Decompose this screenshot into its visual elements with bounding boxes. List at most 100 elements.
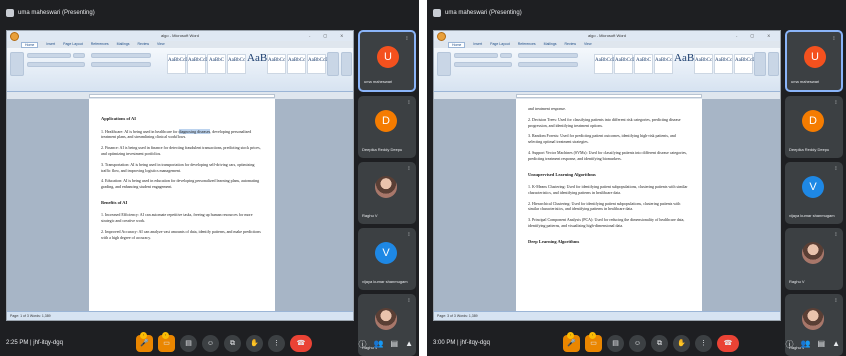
people-icon[interactable]: 👥	[801, 339, 811, 350]
word-ribbon: AaBbCcDc AaBbCcDc AaBbC AaBbCc AaB AaBbCc AaBb…	[434, 48, 780, 92]
more-options-button[interactable]: ⋮	[268, 335, 285, 352]
info-icon[interactable]: ⓘ	[359, 339, 367, 350]
font-size-box[interactable]	[73, 53, 85, 58]
present-screen-icon	[6, 9, 14, 17]
warning-icon: !	[140, 332, 147, 339]
participant-name: Raghu V	[362, 213, 378, 218]
editing-group-icon[interactable]	[768, 52, 779, 76]
mic-button[interactable]: ! 🎤	[136, 332, 153, 352]
participant-tile[interactable]: D ⁞ Deepika Reddy Deepu	[358, 96, 416, 158]
doc-paragraph: 2. Finance: AI is being used in finance …	[101, 145, 261, 156]
window-controls[interactable]: - ▢ X	[309, 31, 349, 41]
emoji-button[interactable]: ☺	[202, 335, 219, 352]
style-swatch[interactable]: AaBbCc	[654, 54, 673, 74]
word-status-bar: Page: 3 of 3 Words: 1,389	[434, 311, 780, 320]
warning-icon: !	[567, 332, 574, 339]
meet-frame-right: uma maheswari (Presenting) algo - Micros…	[427, 0, 846, 356]
doc-paragraph: 2. Hierarchical Clustering: Used for ide…	[528, 200, 681, 212]
participant-tile[interactable]: ⁞ Raghu V	[358, 162, 416, 224]
style-swatch[interactable]: AaB	[674, 52, 694, 64]
participant-tile[interactable]: U ⁞ uma maheswari	[785, 30, 843, 92]
people-icon[interactable]: 👥	[374, 339, 384, 350]
window-controls[interactable]: - ▢ X	[736, 31, 776, 41]
participant-name: vijaya kumar shanmugam	[789, 213, 835, 218]
font-name-box[interactable]	[454, 53, 498, 58]
raise-hand-button[interactable]: ✋	[673, 335, 690, 352]
participant-tile[interactable]: D ⁞ Deepika Reddy Deepu	[785, 96, 843, 158]
ruler[interactable]	[516, 94, 702, 98]
info-icon[interactable]: ⓘ	[786, 339, 794, 350]
document-page[interactable]: Applications of AI 1. Healthcare: AI is b…	[89, 99, 275, 313]
chat-icon[interactable]: ▤	[818, 339, 826, 350]
editing-group-icon[interactable]	[341, 52, 352, 76]
change-styles-icon[interactable]	[754, 52, 766, 76]
activities-icon[interactable]: ▲	[405, 339, 413, 350]
hang-up-icon: ☎	[723, 340, 733, 347]
style-swatch[interactable]: AaBbCc	[267, 54, 286, 74]
style-swatch[interactable]: AaBbCc	[694, 54, 713, 74]
chat-icon[interactable]: ▤	[391, 339, 399, 350]
alignment-buttons[interactable]	[518, 62, 578, 67]
meeting-time-code: 3:00 PM | jhf-itqy-dgq	[433, 340, 490, 346]
present-button[interactable]: ⧉	[224, 335, 241, 352]
more-options-button[interactable]: ⋮	[695, 335, 712, 352]
muted-mic-icon: ⁞	[408, 100, 410, 106]
emoji-button[interactable]: ☺	[629, 335, 646, 352]
participant-tile[interactable]: ⁞ Raghu V	[785, 228, 843, 290]
ruler[interactable]	[89, 94, 275, 98]
leave-call-button[interactable]: ☎	[717, 335, 739, 352]
office-button-icon[interactable]	[10, 32, 19, 41]
participant-tile[interactable]: V ⁞ vijaya kumar shanmugam	[358, 228, 416, 290]
mic-button[interactable]: ! 🎤	[563, 332, 580, 352]
style-swatch[interactable]: AaBbCcDc	[614, 54, 638, 74]
font-format-buttons[interactable]	[454, 62, 512, 67]
leave-call-button[interactable]: ☎	[290, 335, 312, 352]
paste-icon[interactable]	[10, 52, 24, 76]
avatar: U	[377, 46, 399, 68]
style-swatch[interactable]: AaBbCc	[287, 54, 306, 74]
present-button[interactable]: ⧉	[651, 335, 668, 352]
captions-button[interactable]: ▤	[180, 335, 197, 352]
avatar: V	[375, 242, 397, 264]
paste-icon[interactable]	[437, 52, 451, 76]
font-name-box[interactable]	[27, 53, 71, 58]
captions-button[interactable]: ▤	[607, 335, 624, 352]
font-format-buttons[interactable]	[27, 62, 85, 67]
style-swatch[interactable]: AaBbCcDc	[734, 54, 758, 74]
document-area: Applications of AI 1. Healthcare: AI is b…	[7, 99, 353, 313]
camera-button[interactable]: ! ▭	[158, 332, 175, 352]
style-swatch[interactable]: AaBbC	[634, 54, 653, 74]
activities-icon[interactable]: ▲	[832, 339, 840, 350]
style-swatch[interactable]: AaBbCc	[714, 54, 733, 74]
style-swatch[interactable]: AaBbCc	[227, 54, 246, 74]
style-swatch[interactable]: AaBbC	[207, 54, 226, 74]
style-swatch[interactable]: AaBbCcDc	[307, 54, 331, 74]
participant-tile[interactable]: V ⁞ vijaya kumar shanmugam	[785, 162, 843, 224]
style-swatch[interactable]: AaB	[247, 52, 267, 64]
paragraph-buttons[interactable]	[91, 53, 151, 58]
font-size-box[interactable]	[500, 53, 512, 58]
meeting-side-controls: ⓘ 👥 ▤ ▲	[359, 339, 413, 350]
camera-button[interactable]: ! ▭	[585, 332, 602, 352]
camera-icon: ▭	[590, 340, 597, 347]
style-swatch[interactable]: AaBbCcDc	[187, 54, 211, 74]
document-page[interactable]: and treatment response. 2. Decision Trees…	[516, 99, 702, 313]
doc-paragraph: 3. Transportation: AI is being used in t…	[101, 161, 255, 173]
captions-icon: ▤	[612, 340, 619, 347]
office-button-icon[interactable]	[437, 32, 446, 41]
doc-paragraph: and treatment response.	[528, 106, 566, 111]
alignment-buttons[interactable]	[91, 62, 151, 67]
meeting-time-code: 2:25 PM | jhf-itqy-dgq	[6, 340, 63, 346]
raise-hand-button[interactable]: ✋	[246, 335, 263, 352]
doc-paragraph: 2. Improved Accuracy: AI can analyze vas…	[101, 229, 261, 240]
change-styles-icon[interactable]	[327, 52, 339, 76]
doc-paragraph: 3. Random Forests: Used for predicting p…	[528, 133, 676, 145]
style-swatch[interactable]: AaBbCcDc	[167, 54, 191, 74]
present-icon: ⧉	[657, 340, 662, 347]
muted-mic-icon: ⁞	[406, 36, 408, 42]
participant-tile[interactable]: U ⁞ uma maheswari	[358, 30, 416, 92]
paragraph-buttons[interactable]	[518, 53, 578, 58]
style-swatch[interactable]: AaBbCcDc	[594, 54, 618, 74]
muted-mic-icon: ⁞	[408, 166, 410, 172]
meet-frame-left: uma maheswari (Presenting) algo - Micros…	[0, 0, 419, 356]
